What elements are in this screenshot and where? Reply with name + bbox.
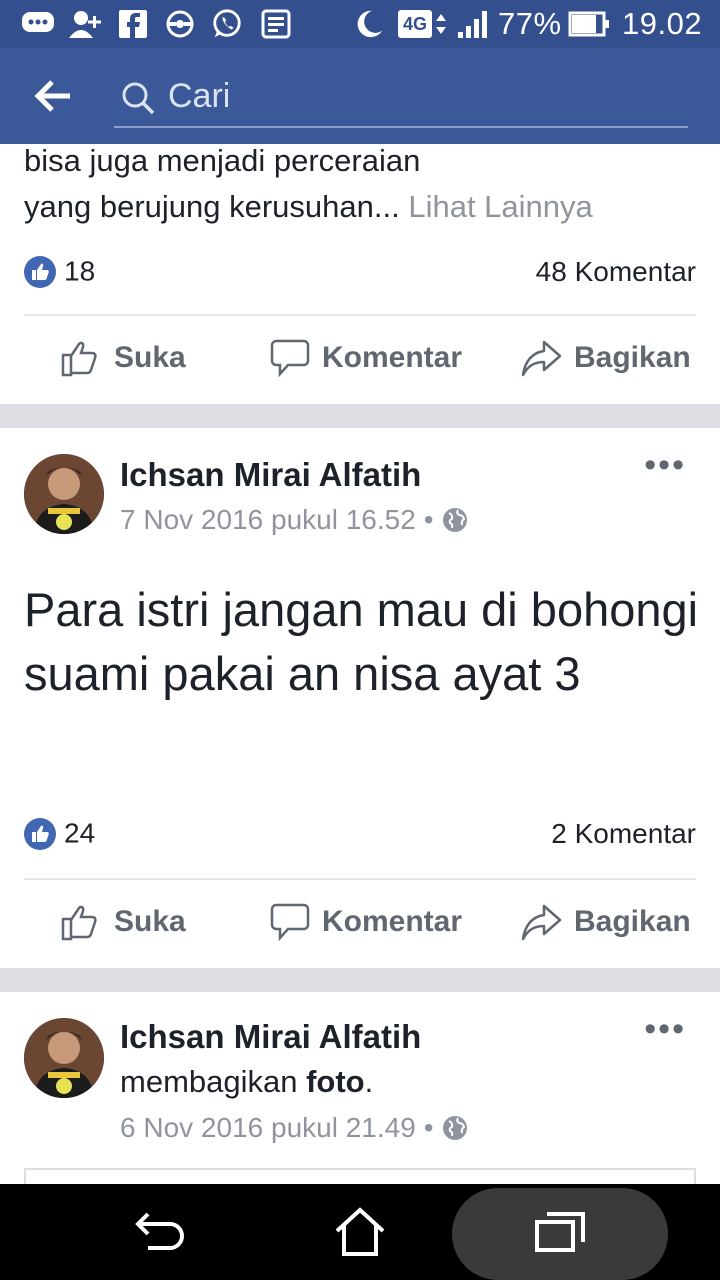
see-more-link[interactable]: Lihat Lainnya [408,189,592,224]
recent-apps-icon [535,1212,585,1252]
recent-apps-button[interactable] [510,1184,610,1280]
clock: 19.02 [622,6,703,41]
system-nav-bar [0,1184,720,1280]
network-badge: 4G [398,10,432,38]
comment-button[interactable]: Komentar [270,902,462,942]
like-summary[interactable]: 18 [24,254,95,288]
search-icon [122,82,155,115]
comments-count[interactable]: 2 Komentar [551,818,696,850]
like-reaction-icon [24,255,56,288]
chat-icon [22,12,54,32]
like-button[interactable]: Suka [60,902,186,942]
post-text: Para istri jangan mau di bohongi suami p… [24,583,699,700]
back-button[interactable] [110,1184,210,1280]
post-text: bisa juga menjadi perceraian yang beruju… [24,143,593,224]
author-name[interactable]: Ichsan Mirai Alfatih [120,1018,421,1056]
moon-icon [357,10,383,38]
share-button[interactable]: Bagikan [520,338,691,378]
divider [24,314,696,316]
thumbs-up-icon [61,905,97,941]
shared-object-link[interactable]: foto [306,1064,365,1099]
like-reaction-icon [24,817,56,850]
share-arrow-icon [521,904,562,941]
thumbs-up-icon [61,341,97,377]
back-arrow-icon[interactable] [34,78,74,114]
post-card-previous: bisa juga menjadi perceraian yang beruju… [0,143,720,404]
post-card: Ichsan Mirai Alfatih 7 Nov 2016 pukul 16… [0,428,720,968]
news-icon [261,9,291,39]
app-bar [0,48,720,144]
whatsapp-icon [213,9,241,38]
divider [24,878,696,880]
share-description: membagikan foto. [120,1064,374,1099]
comments-count[interactable]: 48 Komentar [536,256,696,288]
status-bar: 4G 77% 19.02 [0,0,720,48]
battery-icon [568,11,609,37]
like-button[interactable]: Suka [60,338,186,378]
globe-icon [442,1116,467,1140]
sync-icon [166,10,194,38]
home-button[interactable] [310,1184,410,1280]
data-arrows-icon [436,14,446,34]
comment-bubble-icon [270,903,310,942]
battery-percent: 77% [498,6,562,41]
author-avatar[interactable] [24,1018,104,1098]
post-timestamp[interactable]: 6 Nov 2016 pukul 21.49 • [120,1112,468,1144]
globe-icon [442,508,467,532]
share-arrow-icon [521,340,562,377]
signal-icon [458,11,487,38]
home-icon [335,1207,385,1256]
author-name[interactable]: Ichsan Mirai Alfatih [120,456,421,494]
author-avatar[interactable] [24,454,104,534]
comment-button[interactable]: Komentar [270,338,462,378]
facebook-icon [119,10,147,38]
search-bar[interactable] [114,68,688,128]
more-options-icon[interactable]: ••• [644,1010,686,1049]
post-card: Ichsan Mirai Alfatih membagikan foto. 6 … [0,992,720,1184]
more-options-icon[interactable]: ••• [644,446,686,485]
post-timestamp[interactable]: 7 Nov 2016 pukul 16.52 • [120,504,468,536]
like-summary[interactable]: 24 [24,816,95,850]
search-input[interactable] [168,74,668,118]
back-icon [135,1212,184,1250]
comment-bubble-icon [270,339,310,378]
add-friend-icon [69,11,101,38]
share-button[interactable]: Bagikan [520,902,691,942]
